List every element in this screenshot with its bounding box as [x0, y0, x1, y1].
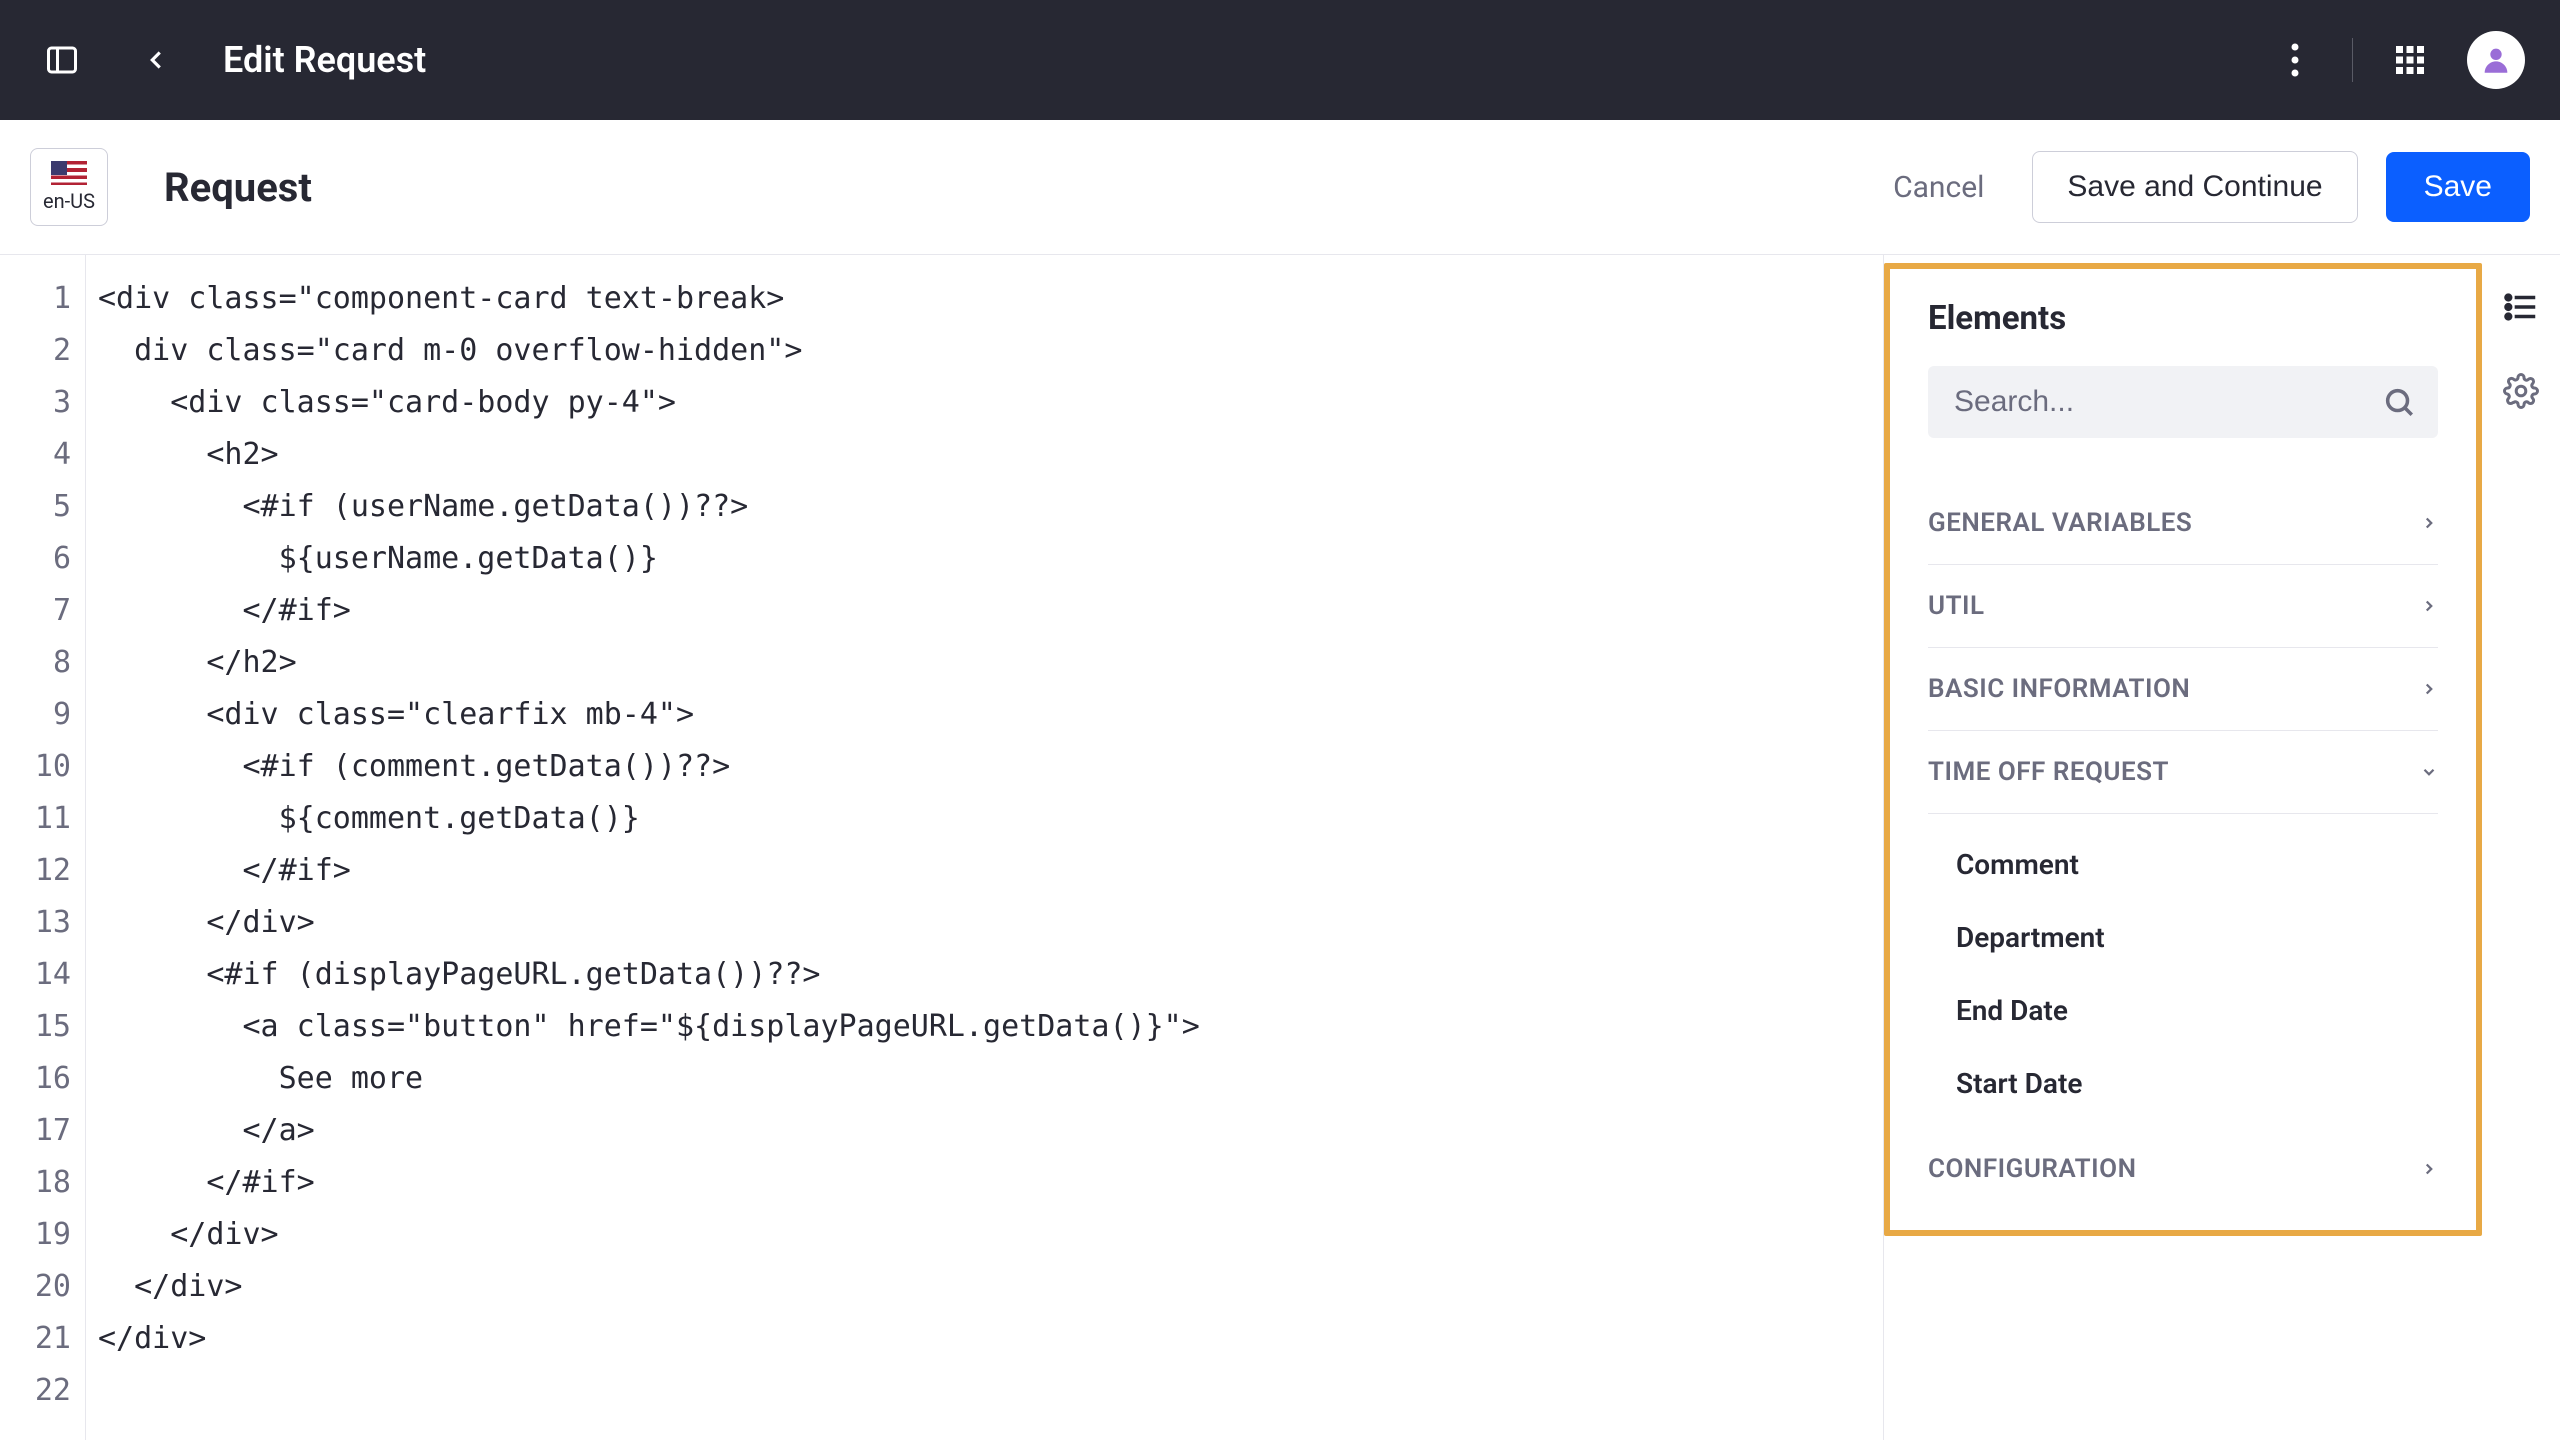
user-avatar[interactable]: [2467, 31, 2525, 89]
page-title: Edit Request: [223, 39, 426, 81]
line-gutter: 12345678910111213141516171819202122: [0, 255, 86, 1440]
category-time-off-request[interactable]: TIME OFF REQUEST: [1928, 731, 2438, 814]
topbar-right: [2268, 31, 2525, 89]
elements-title: Elements: [1928, 299, 2438, 338]
panel-toggle-icon[interactable]: [35, 33, 89, 87]
content-title: Request: [164, 164, 312, 211]
element-department[interactable]: Department: [1956, 901, 2438, 974]
main: 12345678910111213141516171819202122 <div…: [0, 255, 2560, 1440]
topbar: Edit Request: [0, 0, 2560, 120]
category-basic-information[interactable]: BASIC INFORMATION: [1928, 648, 2438, 731]
back-button[interactable]: [129, 33, 183, 87]
element-start-date[interactable]: Start Date: [1956, 1047, 2438, 1120]
cancel-button[interactable]: Cancel: [1873, 156, 2004, 219]
code-content[interactable]: <div class="component-card text-break> d…: [86, 255, 1883, 1440]
search-icon: [2382, 385, 2416, 419]
gear-icon[interactable]: [2499, 369, 2543, 413]
right-side-strip: [2482, 255, 2560, 1440]
chevron-right-icon: [2420, 597, 2438, 615]
save-button[interactable]: Save: [2386, 152, 2530, 222]
save-and-continue-button[interactable]: Save and Continue: [2032, 151, 2357, 223]
elements-search: [1928, 366, 2438, 438]
elements-panel: Elements GENERAL VARIABLES UTIL BASIC IN…: [1884, 263, 2482, 1236]
kebab-menu-icon[interactable]: [2268, 33, 2322, 87]
category-util[interactable]: UTIL: [1928, 565, 2438, 648]
element-comment[interactable]: Comment: [1956, 828, 2438, 901]
subheader-actions: Cancel Save and Continue Save: [1873, 151, 2530, 223]
category-general-variables[interactable]: GENERAL VARIABLES: [1928, 482, 2438, 565]
search-input[interactable]: [1928, 366, 2438, 438]
code-editor[interactable]: 12345678910111213141516171819202122 <div…: [0, 255, 1884, 1440]
chevron-right-icon: [2420, 514, 2438, 532]
locale-selector[interactable]: en-US: [30, 148, 108, 226]
topbar-left: Edit Request: [35, 33, 426, 87]
subheader: en-US Request Cancel Save and Continue S…: [0, 120, 2560, 255]
category-configuration[interactable]: CONFIGURATION: [1928, 1128, 2438, 1210]
chevron-right-icon: [2420, 1160, 2438, 1178]
apps-grid-icon[interactable]: [2383, 33, 2437, 87]
us-flag-icon: [51, 161, 87, 185]
chevron-right-icon: [2420, 680, 2438, 698]
element-end-date[interactable]: End Date: [1956, 974, 2438, 1047]
chevron-down-icon: [2420, 763, 2438, 781]
time-off-items: Comment Department End Date Start Date: [1928, 814, 2438, 1128]
locale-label: en-US: [43, 189, 95, 213]
separator: [2352, 38, 2353, 82]
list-icon[interactable]: [2499, 285, 2543, 329]
